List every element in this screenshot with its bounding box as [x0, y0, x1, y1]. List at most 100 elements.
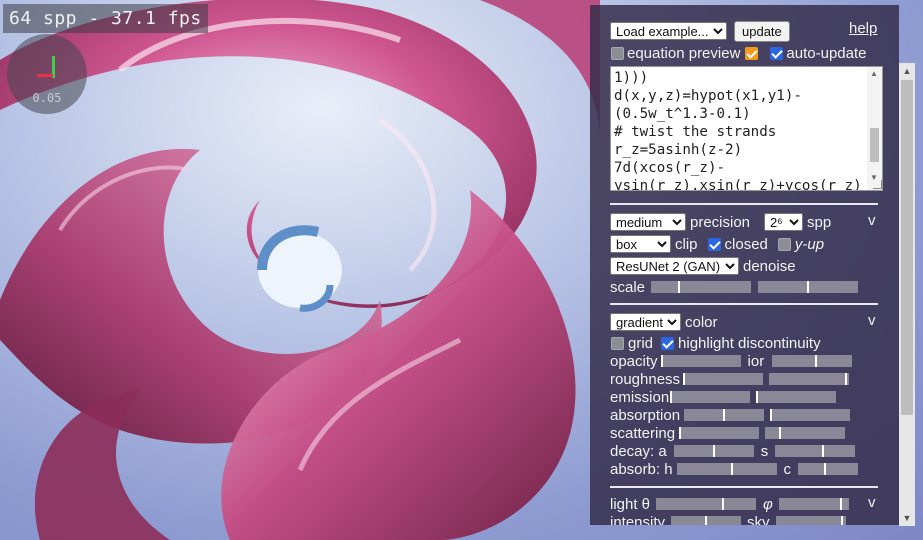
absorb-c-slider[interactable]: [798, 463, 859, 475]
light-theta-label: light θ: [610, 495, 651, 513]
clip-row: box clip closed y-up: [610, 234, 828, 254]
ior-label: ior: [747, 352, 765, 370]
clip-select[interactable]: box: [610, 235, 671, 253]
absorb-h-slider-thumb[interactable]: [730, 463, 733, 475]
update-button[interactable]: update: [734, 20, 790, 42]
light-row: light θ φ: [610, 494, 849, 514]
intensity-label: intensity: [610, 513, 666, 526]
help-link[interactable]: help: [849, 20, 877, 37]
color-label: color: [685, 313, 718, 331]
ior-slider-thumb[interactable]: [815, 355, 818, 367]
roughness-row: roughness: [610, 369, 850, 389]
spp-select[interactable]: 2⁶: [764, 213, 804, 231]
scale-slider-1-thumb[interactable]: [678, 281, 681, 293]
highlight-discontinuity-checkbox[interactable]: [661, 336, 675, 350]
closed-checkbox[interactable]: [707, 237, 721, 251]
quality-select[interactable]: medium: [610, 213, 686, 231]
emission-slider-2-thumb[interactable]: [756, 391, 759, 403]
axis-gizmo[interactable]: 0.05: [7, 34, 87, 114]
decay-s-slider-thumb[interactable]: [822, 445, 825, 457]
light-theta-slider-thumb[interactable]: [722, 498, 725, 510]
x-axis-indicator: [37, 74, 53, 77]
light-collapse-toggle[interactable]: v: [868, 494, 876, 511]
light-phi-slider-thumb[interactable]: [839, 498, 842, 510]
emission-slider-thumb[interactable]: [670, 391, 673, 403]
scale-slider-2-thumb[interactable]: [807, 281, 810, 293]
absorb-row: absorb: h c: [610, 459, 859, 479]
page-scroll-thumb[interactable]: [901, 80, 913, 415]
light-theta-slider[interactable]: [656, 498, 757, 510]
absorption-slider-2-thumb[interactable]: [770, 409, 773, 421]
preview-row: equation preview auto-update: [610, 43, 867, 63]
light-phi-slider[interactable]: [778, 498, 849, 510]
scroll-down-icon[interactable]: ▼: [899, 510, 915, 526]
fps-counter: 64 spp - 37.1 fps: [3, 4, 208, 33]
scattering-slider-thumb[interactable]: [679, 427, 682, 439]
roughness-slider-thumb[interactable]: [683, 373, 686, 385]
spp-label: spp: [807, 213, 832, 231]
preview-toggle-checkbox[interactable]: [745, 46, 759, 60]
equation-preview-checkbox[interactable]: [611, 46, 624, 60]
intensity-slider-thumb[interactable]: [705, 516, 708, 525]
opacity-label: opacity: [610, 352, 658, 370]
intensity-slider[interactable]: [671, 516, 742, 525]
scattering-slider-2[interactable]: [765, 427, 846, 439]
roughness-slider-2-thumb[interactable]: [845, 373, 848, 385]
grid-checkbox[interactable]: [611, 336, 624, 350]
scattering-slider[interactable]: [679, 427, 760, 439]
emission-row: emission: [610, 387, 837, 407]
sky-label: sky: [747, 513, 770, 526]
editor-scroll-up-icon[interactable]: ▲: [870, 69, 878, 78]
absorb-c-slider-thumb[interactable]: [824, 463, 827, 475]
y-up-label: y-up: [794, 235, 825, 253]
emission-slider[interactable]: [670, 391, 751, 403]
editor-scrollbar[interactable]: ▲ ▼: [867, 67, 882, 190]
decay-a-slider-thumb[interactable]: [712, 445, 715, 457]
scroll-up-icon[interactable]: ▲: [899, 63, 915, 79]
absorption-slider-thumb[interactable]: [723, 409, 726, 421]
precision-row: medium precision 2⁶ spp: [610, 212, 835, 232]
intensity-row: intensity sky: [610, 512, 846, 525]
absorption-slider[interactable]: [684, 409, 765, 421]
load-row: Load example... update: [610, 20, 790, 42]
roughness-slider-2[interactable]: [769, 373, 850, 385]
render-collapse-toggle[interactable]: v: [868, 212, 876, 229]
decay-s-slider[interactable]: [775, 445, 856, 457]
denoise-select[interactable]: ResUNet 2 (GAN): [610, 257, 739, 275]
absorption-label: absorption: [610, 406, 681, 424]
section-divider: [610, 303, 878, 305]
load-example-select[interactable]: Load example...: [610, 22, 727, 40]
scale-slider-2[interactable]: [758, 281, 859, 293]
section-divider: [610, 203, 878, 205]
scale-row: scale: [610, 277, 859, 297]
absorption-slider-2[interactable]: [770, 409, 851, 421]
sky-slider[interactable]: [775, 516, 846, 525]
resize-grip-icon[interactable]: [873, 180, 882, 189]
auto-update-checkbox[interactable]: [770, 46, 784, 60]
editor-scroll-thumb[interactable]: [870, 128, 879, 162]
absorption-row: absorption: [610, 405, 851, 425]
decay-s-label: s: [760, 442, 769, 460]
y-up-checkbox[interactable]: [777, 237, 791, 251]
sky-slider-thumb[interactable]: [840, 516, 843, 525]
color-collapse-toggle[interactable]: v: [868, 312, 876, 329]
ior-slider[interactable]: [772, 355, 853, 367]
decay-a-slider[interactable]: [673, 445, 754, 457]
clip-label: clip: [675, 235, 698, 253]
emission-slider-2[interactable]: [756, 391, 837, 403]
color-mode-select[interactable]: gradient: [610, 313, 681, 331]
absorb-h-label: absorb: h: [610, 460, 673, 478]
highlight-discontinuity-label: highlight discontinuity: [678, 334, 821, 352]
scattering-slider-2-thumb[interactable]: [779, 427, 782, 439]
equation-editor[interactable]: [610, 66, 883, 191]
roughness-slider[interactable]: [683, 373, 764, 385]
grid-row: grid highlight discontinuity: [610, 333, 821, 353]
decay-a-label: decay: a: [610, 442, 667, 460]
opacity-slider-thumb[interactable]: [660, 355, 663, 367]
scale-label: scale: [610, 278, 646, 296]
opacity-slider[interactable]: [660, 355, 741, 367]
absorb-h-slider[interactable]: [676, 463, 777, 475]
decay-row: decay: a s: [610, 441, 856, 461]
scale-slider-1[interactable]: [651, 281, 752, 293]
emission-label: emission: [610, 388, 670, 406]
